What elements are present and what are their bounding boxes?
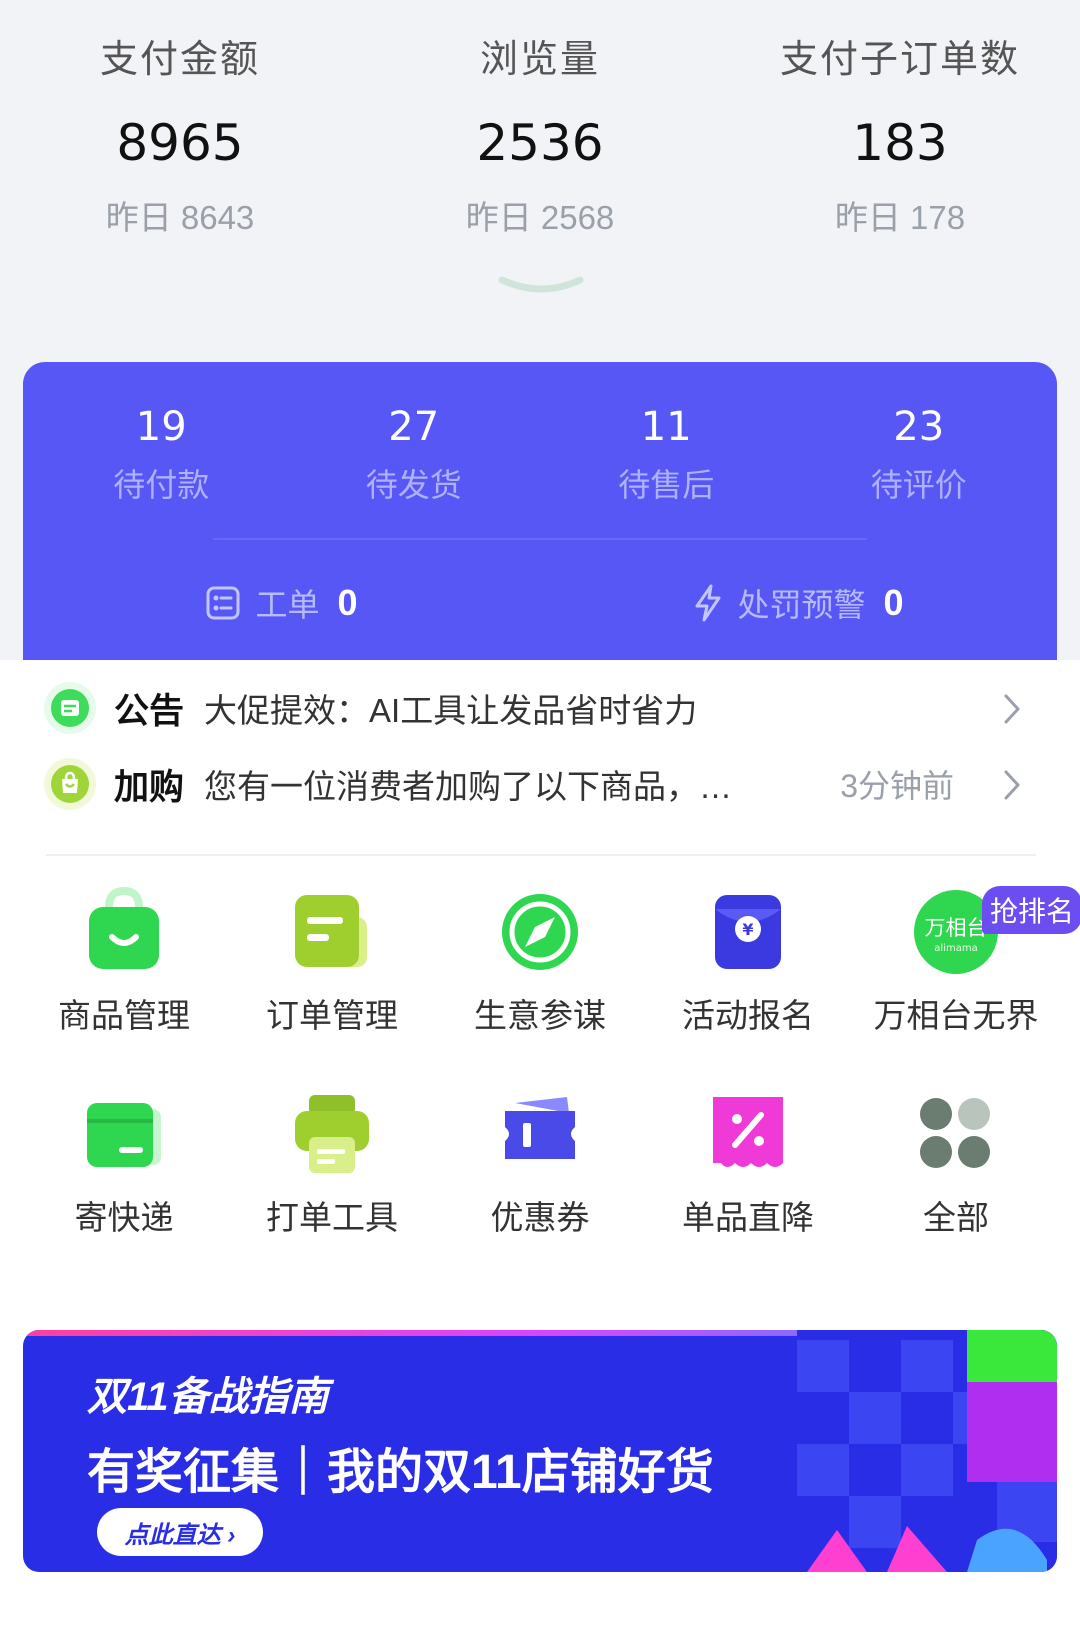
order-status-card: 19 待付款 27 待发货 11 待售后 23 待评价 工单 0 处罚预警 0 xyxy=(23,362,1057,662)
tickets-label: 工单 xyxy=(255,587,320,623)
cart-bag-icon xyxy=(44,758,96,810)
notice-message: 您有一位消费者加购了以下商品，… xyxy=(204,768,733,805)
metric-label: 支付金额 xyxy=(99,39,260,81)
status-label: 待发货 xyxy=(365,467,462,503)
tool-event-signup[interactable]: ¥ 活动报名 xyxy=(644,884,852,1086)
yen-envelope-icon: ¥ xyxy=(700,884,796,980)
status-label: 待付款 xyxy=(113,467,210,503)
notice-message: 大促提效：AI工具让发品省时省力 xyxy=(204,692,698,729)
ticket-list-icon xyxy=(206,586,240,620)
tool-label: 活动报名 xyxy=(682,997,814,1034)
metric-page-views[interactable]: 浏览量 2536 昨日 2568 xyxy=(360,34,720,240)
tool-label: 优惠券 xyxy=(490,1199,590,1236)
metric-value: 8965 xyxy=(116,114,244,172)
coupon-icon xyxy=(492,1086,588,1182)
express-box-icon xyxy=(76,1086,172,1182)
tool-label: 全部 xyxy=(923,1199,989,1236)
tickets-link[interactable]: 工单 0 xyxy=(23,580,540,626)
banner-title: 双11备战指南 xyxy=(87,1375,329,1419)
tool-label: 寄快递 xyxy=(74,1199,174,1236)
metric-sub-orders[interactable]: 支付子订单数 183 昨日 178 xyxy=(720,34,1080,240)
logo-subtext: alimama xyxy=(934,943,977,954)
metric-label: 支付子订单数 xyxy=(779,39,1020,81)
section-divider xyxy=(46,854,1036,856)
printer-icon xyxy=(284,1086,380,1182)
metric-value: 183 xyxy=(852,114,948,172)
tool-all[interactable]: 全部 xyxy=(852,1086,1060,1288)
metric-label: 浏览量 xyxy=(479,39,600,81)
notice-cart-add[interactable]: 加购 您有一位消费者加购了以下商品，… 3分钟前 xyxy=(44,756,1044,812)
tools-row: 商品管理 订单管理 生意参谋 ¥ 活动报名 万相台 alimama 抢排名 万相… xyxy=(0,884,1080,1086)
tool-label: 打单工具 xyxy=(266,1199,398,1236)
status-pending-review[interactable]: 23 待评价 xyxy=(793,404,1046,506)
lightning-icon xyxy=(695,584,721,622)
status-count: 11 xyxy=(640,404,692,450)
card-divider xyxy=(213,538,867,540)
notice-section: 公告 大促提效：AI工具让发品省时省力 加购 您有一位消费者加购了以下商品，… … xyxy=(0,660,1080,854)
shopping-bag-icon xyxy=(76,884,172,980)
promo-banner[interactable]: 双11备战指南 有奖征集｜我的双11店铺好货 点此直达 › xyxy=(23,1330,1057,1572)
metric-yesterday: 昨日 178 xyxy=(834,199,966,236)
metric-payment-amount[interactable]: 支付金额 8965 昨日 8643 xyxy=(0,34,360,240)
svg-text:¥: ¥ xyxy=(742,920,753,939)
compass-icon xyxy=(492,884,588,980)
status-count: 27 xyxy=(388,404,440,450)
tool-coupons[interactable]: 优惠券 xyxy=(436,1086,644,1288)
notice-tag: 公告 xyxy=(114,691,185,731)
tool-label: 万相台无界 xyxy=(873,997,1039,1034)
status-count: 19 xyxy=(135,404,187,450)
tool-label: 订单管理 xyxy=(266,997,398,1034)
logo-text: 万相台 xyxy=(925,916,988,940)
metric-yesterday: 昨日 2568 xyxy=(465,199,615,236)
tool-price-drop[interactable]: 单品直降 xyxy=(644,1086,852,1288)
all-dots-icon xyxy=(908,1086,1004,1182)
tool-send-express[interactable]: 寄快递 xyxy=(20,1086,228,1288)
tool-business-advisor[interactable]: 生意参谋 xyxy=(436,884,644,1086)
status-pending-shipment[interactable]: 27 待发货 xyxy=(288,404,541,506)
order-doc-icon xyxy=(284,884,380,980)
chevron-right-icon xyxy=(1004,694,1020,724)
penalty-count: 0 xyxy=(883,582,904,623)
notice-tag: 加购 xyxy=(114,767,185,807)
tool-wanxiangtai[interactable]: 万相台 alimama 抢排名 万相台无界 xyxy=(852,884,1080,1086)
status-label: 待售后 xyxy=(618,467,715,503)
tools-row: 寄快递 打单工具 优惠券 单品直降 全部 xyxy=(0,1086,1080,1288)
status-after-sales[interactable]: 11 待售后 xyxy=(540,404,793,506)
discount-tag-icon xyxy=(700,1086,796,1182)
status-count: 23 xyxy=(893,404,945,450)
rank-badge: 抢排名 xyxy=(981,886,1080,934)
metrics-row: 支付金额 8965 昨日 8643 浏览量 2536 昨日 2568 支付子订单… xyxy=(0,34,1080,240)
tool-label: 生意参谋 xyxy=(474,997,606,1034)
notice-time: 3分钟前 xyxy=(840,768,954,804)
notice-announcement[interactable]: 公告 大促提效：AI工具让发品省时省力 xyxy=(44,680,1044,736)
tool-product-management[interactable]: 商品管理 xyxy=(20,884,228,1086)
metric-value: 2536 xyxy=(476,114,604,172)
tool-order-management[interactable]: 订单管理 xyxy=(228,884,436,1086)
penalty-label: 处罚预警 xyxy=(737,587,866,623)
status-label: 待评价 xyxy=(870,467,967,503)
banner-go-button[interactable]: 点此直达 › xyxy=(97,1508,263,1556)
chevron-right-icon xyxy=(1004,770,1020,800)
banner-subtitle: 有奖征集｜我的双11店铺好货 xyxy=(87,1446,714,1499)
metric-yesterday: 昨日 8643 xyxy=(105,199,255,236)
checker-pattern-graphic xyxy=(797,1330,1057,1572)
status-pending-payment[interactable]: 19 待付款 xyxy=(35,404,288,506)
announcement-icon xyxy=(44,682,96,734)
tools-grid: 商品管理 订单管理 生意参谋 ¥ 活动报名 万相台 alimama 抢排名 万相… xyxy=(0,884,1080,1288)
tickets-count: 0 xyxy=(337,582,358,623)
tool-label: 单品直降 xyxy=(682,1199,814,1236)
tool-print-labels[interactable]: 打单工具 xyxy=(228,1086,436,1288)
tool-label: 商品管理 xyxy=(58,997,190,1034)
penalty-warning-link[interactable]: 处罚预警 0 xyxy=(540,580,1057,626)
expand-chevron-icon[interactable] xyxy=(496,276,586,296)
